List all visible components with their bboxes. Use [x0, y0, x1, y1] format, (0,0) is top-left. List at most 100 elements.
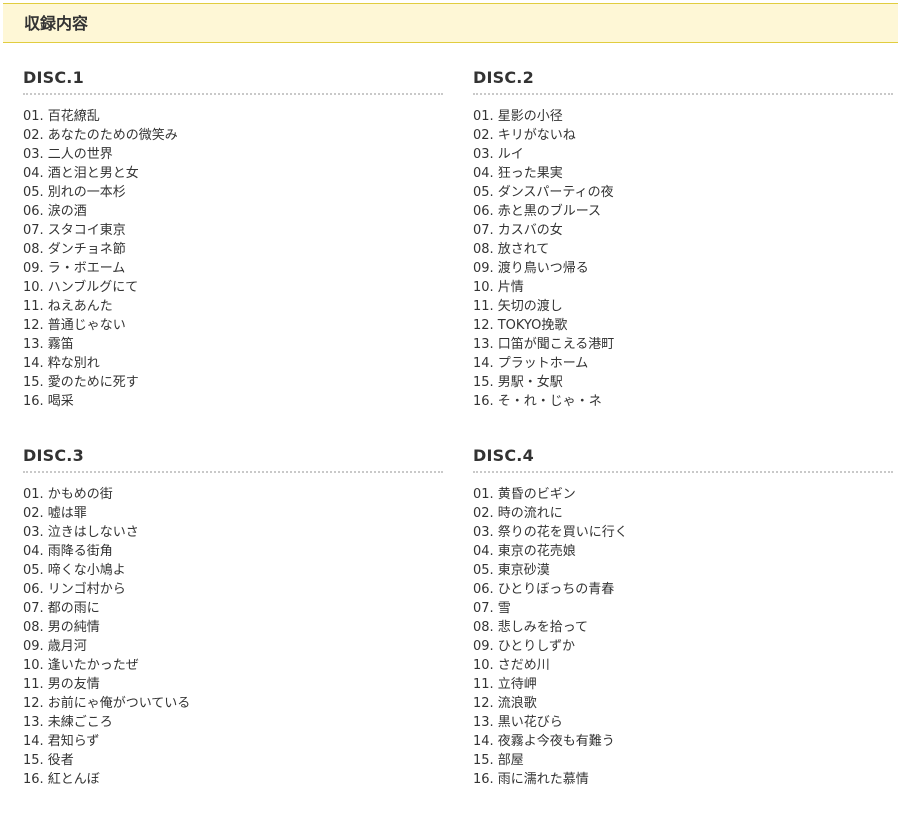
- track-item: 09. ひとりしずか: [473, 637, 893, 656]
- track-list: 01. 百花繚乱 02. あなたのための微笑み 03. 二人の世界 04. 酒と泪と男と女 05…: [23, 107, 443, 411]
- track-title: かもめの街: [47, 487, 113, 502]
- track-title: 夜霧よ今夜も有難う: [497, 734, 615, 749]
- track-item: 10. さだめ川: [473, 656, 893, 675]
- track-title: 黄昏のビギン: [497, 487, 576, 502]
- track-item: 14. プラットホーム: [473, 354, 893, 373]
- track-title: 百花繚乱: [47, 109, 100, 124]
- track-number: 16.: [23, 772, 44, 787]
- track-number: 14.: [473, 356, 494, 371]
- track-number: 12.: [473, 318, 494, 333]
- track-item: 10. 逢いたかったぜ: [23, 656, 443, 675]
- track-number: 04.: [473, 166, 494, 181]
- track-number: 06.: [473, 582, 494, 597]
- track-title: お前にゃ俺がついている: [47, 696, 191, 711]
- track-list: 01. かもめの街 02. 嘘は罪 03. 泣きはしないさ 04. 雨降る街角 05. 啼くな小鳩…: [23, 485, 443, 789]
- track-title: 黒い花びら: [497, 715, 563, 730]
- disc-section: DISC.4 01. 黄昏のビギン 02. 時の流れに 03. 祭りの花を買いに行く 04.…: [473, 445, 893, 789]
- section-header: 収録内容: [3, 3, 898, 43]
- track-item: 13. 口笛が聞こえる港町: [473, 335, 893, 354]
- section-title: 収録内容: [24, 14, 89, 33]
- track-number: 11.: [23, 299, 44, 314]
- track-number: 11.: [23, 677, 44, 692]
- track-number: 13.: [23, 337, 44, 352]
- track-number: 16.: [23, 394, 44, 409]
- disc-title: DISC.1: [23, 67, 443, 95]
- track-title: プラットホーム: [497, 356, 589, 371]
- track-title: TOKYO挽歌: [497, 318, 568, 333]
- track-item: 13. 未練ごころ: [23, 713, 443, 732]
- track-item: 04. 雨降る街角: [23, 542, 443, 561]
- track-title: ラ・ボエーム: [47, 261, 126, 276]
- track-item: 12. TOKYO挽歌: [473, 316, 893, 335]
- track-title: あなたのための微笑み: [47, 128, 178, 143]
- track-title: 普通じゃない: [47, 318, 126, 333]
- track-title: 喝采: [47, 394, 74, 409]
- track-number: 01.: [23, 487, 44, 502]
- track-number: 07.: [23, 601, 44, 616]
- track-number: 05.: [473, 185, 494, 200]
- track-number: 09.: [23, 639, 44, 654]
- track-item: 15. 男駅・女駅: [473, 373, 893, 392]
- track-title: リンゴ村から: [47, 582, 126, 597]
- track-item: 08. 放されて: [473, 240, 893, 259]
- track-item: 15. 愛のために死す: [23, 373, 443, 392]
- track-item: 04. 酒と泪と男と女: [23, 164, 443, 183]
- track-title: そ・れ・じゃ・ネ: [497, 394, 602, 409]
- track-item: 07. 都の雨に: [23, 599, 443, 618]
- track-item: 06. リンゴ村から: [23, 580, 443, 599]
- track-item: 08. 悲しみを拾って: [473, 618, 893, 637]
- track-item: 01. 百花繚乱: [23, 107, 443, 126]
- track-item: 07. カスバの女: [473, 221, 893, 240]
- track-number: 11.: [473, 677, 494, 692]
- track-item: 09. 渡り鳥いつ帰る: [473, 259, 893, 278]
- track-item: 03. 二人の世界: [23, 145, 443, 164]
- disc-section: DISC.1 01. 百花繚乱 02. あなたのための微笑み 03. 二人の世界 04. 酒と…: [23, 67, 443, 411]
- track-title: スタコイ東京: [47, 223, 126, 238]
- track-number: 08.: [473, 620, 494, 635]
- track-item: 16. 雨に濡れた慕情: [473, 770, 893, 789]
- track-title: 未練ごころ: [47, 715, 113, 730]
- track-title: カスバの女: [497, 223, 563, 238]
- track-item: 02. あなたのための微笑み: [23, 126, 443, 145]
- track-number: 12.: [23, 318, 44, 333]
- track-number: 06.: [23, 582, 44, 597]
- track-item: 16. 喝采: [23, 392, 443, 411]
- track-item: 12. 普通じゃない: [23, 316, 443, 335]
- track-title: 君知らず: [47, 734, 100, 749]
- track-number: 14.: [473, 734, 494, 749]
- track-number: 14.: [23, 356, 44, 371]
- track-number: 05.: [23, 563, 44, 578]
- track-number: 05.: [23, 185, 44, 200]
- track-number: 09.: [473, 639, 494, 654]
- disc-section: DISC.3 01. かもめの街 02. 嘘は罪 03. 泣きはしないさ 04. 雨降る街角 0…: [23, 445, 443, 789]
- disc-title: DISC.3: [23, 445, 443, 473]
- track-item: 06. 赤と黒のブルース: [473, 202, 893, 221]
- track-number: 05.: [473, 563, 494, 578]
- track-title: 片情: [497, 280, 524, 295]
- track-item: 04. 狂った果実: [473, 164, 893, 183]
- track-number: 16.: [473, 772, 494, 787]
- track-title: ひとりしずか: [497, 639, 576, 654]
- track-item: 10. 片情: [473, 278, 893, 297]
- track-number: 03.: [473, 147, 494, 162]
- track-title: ダンチョネ節: [47, 242, 126, 257]
- track-number: 16.: [473, 394, 494, 409]
- track-number: 01.: [473, 109, 494, 124]
- track-title: 部屋: [497, 753, 524, 768]
- track-number: 10.: [23, 658, 44, 673]
- track-item: 05. ダンスパーティの夜: [473, 183, 893, 202]
- track-item: 05. 別れの一本杉: [23, 183, 443, 202]
- track-number: 01.: [473, 487, 494, 502]
- track-title: 渡り鳥いつ帰る: [497, 261, 589, 276]
- track-title: 嘘は罪: [47, 506, 87, 521]
- track-title: 粋な別れ: [47, 356, 100, 371]
- track-number: 01.: [23, 109, 44, 124]
- track-item: 12. お前にゃ俺がついている: [23, 694, 443, 713]
- track-item: 09. ラ・ボエーム: [23, 259, 443, 278]
- track-title: 都の雨に: [47, 601, 100, 616]
- track-number: 04.: [23, 166, 44, 181]
- track-number: 13.: [473, 715, 494, 730]
- track-title: ひとりぼっちの青春: [497, 582, 615, 597]
- track-list: 01. 星影の小径 02. キリがないね 03. ルイ 04. 狂った果実 05. ダンスパーティ…: [473, 107, 893, 411]
- track-number: 03.: [23, 147, 44, 162]
